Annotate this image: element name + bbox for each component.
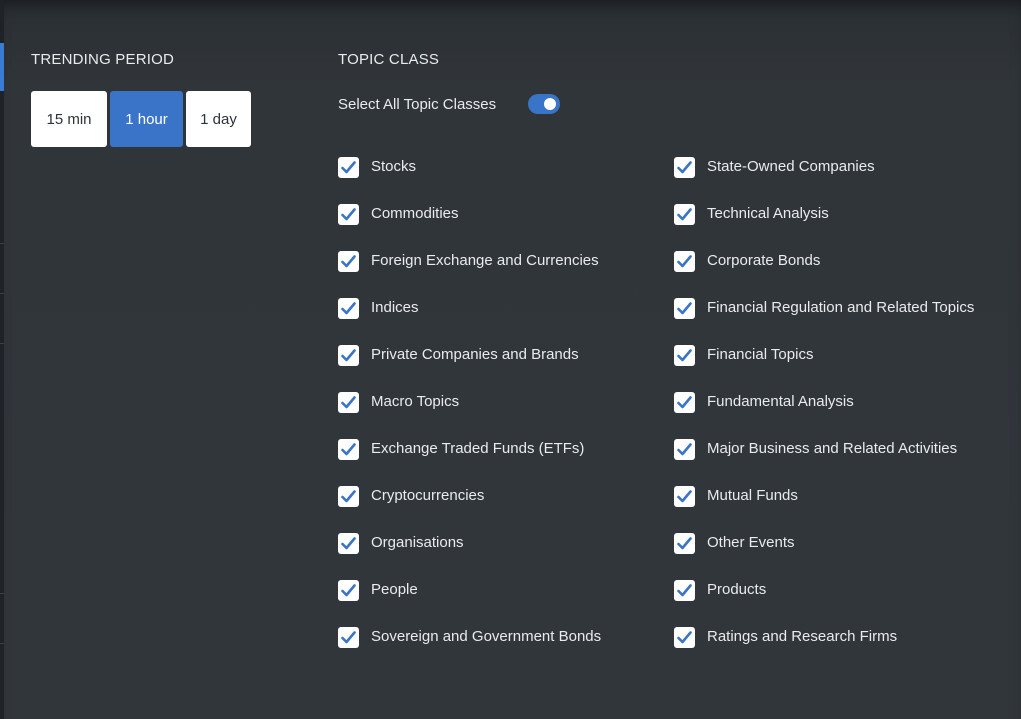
topic-label: Macro Topics [371, 393, 460, 410]
topic-checkbox-sovereign-and-government-bonds[interactable]: Sovereign and Government Bonds [338, 626, 601, 673]
topic-checkbox-people[interactable]: People [338, 579, 601, 626]
rail-divider [0, 343, 4, 344]
period-1hour-button[interactable]: 1 hour [110, 91, 183, 147]
checkmark-icon[interactable] [338, 251, 359, 272]
topic-label: People [371, 581, 418, 598]
topic-checkbox-stocks[interactable]: Stocks [338, 156, 601, 203]
topic-label: Cryptocurrencies [371, 487, 485, 504]
topic-label: Financial Regulation and Related Topics [707, 299, 975, 316]
topic-checkbox-cryptocurrencies[interactable]: Cryptocurrencies [338, 485, 601, 532]
checkmark-icon[interactable] [338, 627, 359, 648]
topic-list-right: State-Owned Companies Technical Analysis C… [674, 156, 974, 673]
topic-label: Organisations [371, 534, 464, 551]
topic-label: Fundamental Analysis [707, 393, 854, 410]
topic-label: Financial Topics [707, 346, 814, 363]
topic-label: Products [707, 581, 767, 598]
topic-checkbox-indices[interactable]: Indices [338, 297, 601, 344]
topic-checkbox-fundamental-analysis[interactable]: Fundamental Analysis [674, 391, 974, 438]
select-all-toggle[interactable] [528, 94, 560, 114]
period-1day-button[interactable]: 1 day [186, 91, 251, 147]
topic-checkbox-ratings-and-research-firms[interactable]: Ratings and Research Firms [674, 626, 974, 673]
left-rail [0, 0, 4, 719]
topic-checkbox-organisations[interactable]: Organisations [338, 532, 601, 579]
trending-period-title: TRENDING PERIOD [31, 51, 175, 68]
topic-checkbox-corporate-bonds[interactable]: Corporate Bonds [674, 250, 974, 297]
topic-label: Sovereign and Government Bonds [371, 628, 602, 645]
checkmark-icon[interactable] [338, 392, 359, 413]
rail-divider [0, 293, 4, 294]
topic-checkbox-major-business-and-related-activities[interactable]: Major Business and Related Activities [674, 438, 974, 485]
checkmark-icon[interactable] [674, 392, 695, 413]
checkmark-icon[interactable] [674, 157, 695, 178]
checkmark-icon[interactable] [338, 204, 359, 225]
checkmark-icon[interactable] [338, 345, 359, 366]
checkmark-icon[interactable] [338, 486, 359, 507]
topic-label: Major Business and Related Activities [707, 440, 958, 457]
topic-label: Private Companies and Brands [371, 346, 579, 363]
topic-checkbox-financial-topics[interactable]: Financial Topics [674, 344, 974, 391]
topic-checkbox-foreign-exchange-and-currencies[interactable]: Foreign Exchange and Currencies [338, 250, 601, 297]
checkmark-icon[interactable] [674, 533, 695, 554]
topic-checkbox-state-owned-companies[interactable]: State-Owned Companies [674, 156, 974, 203]
trending-period-selector: 15 min 1 hour 1 day [31, 91, 251, 147]
topic-label: Foreign Exchange and Currencies [371, 252, 599, 269]
topic-checkbox-exchange-traded-funds-etfs[interactable]: Exchange Traded Funds (ETFs) [338, 438, 601, 485]
checkmark-icon[interactable] [674, 439, 695, 460]
checkmark-icon[interactable] [674, 204, 695, 225]
checkmark-icon[interactable] [674, 627, 695, 648]
checkmark-icon[interactable] [674, 486, 695, 507]
topic-checkbox-other-events[interactable]: Other Events [674, 532, 974, 579]
topic-checkbox-macro-topics[interactable]: Macro Topics [338, 391, 601, 438]
topic-label: Mutual Funds [707, 487, 798, 504]
checkmark-icon[interactable] [338, 157, 359, 178]
topic-label: Other Events [707, 534, 795, 551]
rail-divider [0, 593, 4, 594]
topic-checkbox-private-companies-and-brands[interactable]: Private Companies and Brands [338, 344, 601, 391]
topic-label: Corporate Bonds [707, 252, 821, 269]
topic-label: Indices [371, 299, 419, 316]
checkmark-icon[interactable] [338, 580, 359, 601]
topic-label: Commodities [371, 205, 459, 222]
left-rail-active-indicator [0, 43, 4, 91]
select-all-row: Select All Topic Classes [338, 93, 560, 115]
topic-label: State-Owned Companies [707, 158, 875, 175]
topic-checkbox-technical-analysis[interactable]: Technical Analysis [674, 203, 974, 250]
checkmark-icon[interactable] [674, 580, 695, 601]
toggle-knob [544, 98, 556, 110]
checkmark-icon[interactable] [338, 533, 359, 554]
topic-list-left: Stocks Commodities Foreign Exchange and Cu… [338, 156, 601, 673]
settings-panel: TRENDING PERIOD 15 min 1 hour 1 day TOPI… [0, 0, 1021, 719]
topic-label: Stocks [371, 158, 417, 175]
topic-checkbox-products[interactable]: Products [674, 579, 974, 626]
period-15min-button[interactable]: 15 min [31, 91, 107, 147]
topic-label: Ratings and Research Firms [707, 628, 898, 645]
rail-divider [0, 643, 4, 644]
topic-checkbox-financial-regulation-and-related-topics[interactable]: Financial Regulation and Related Topics [674, 297, 974, 344]
checkmark-icon[interactable] [674, 251, 695, 272]
topic-label: Technical Analysis [707, 205, 829, 222]
checkmark-icon[interactable] [674, 345, 695, 366]
checkmark-icon[interactable] [338, 298, 359, 319]
checkmark-icon[interactable] [674, 298, 695, 319]
topic-label: Exchange Traded Funds (ETFs) [371, 440, 585, 457]
topic-checkbox-commodities[interactable]: Commodities [338, 203, 601, 250]
select-all-label: Select All Topic Classes [338, 95, 497, 113]
rail-divider [0, 243, 4, 244]
topic-class-title: TOPIC CLASS [338, 51, 440, 68]
topic-checkbox-mutual-funds[interactable]: Mutual Funds [674, 485, 974, 532]
checkmark-icon[interactable] [338, 439, 359, 460]
